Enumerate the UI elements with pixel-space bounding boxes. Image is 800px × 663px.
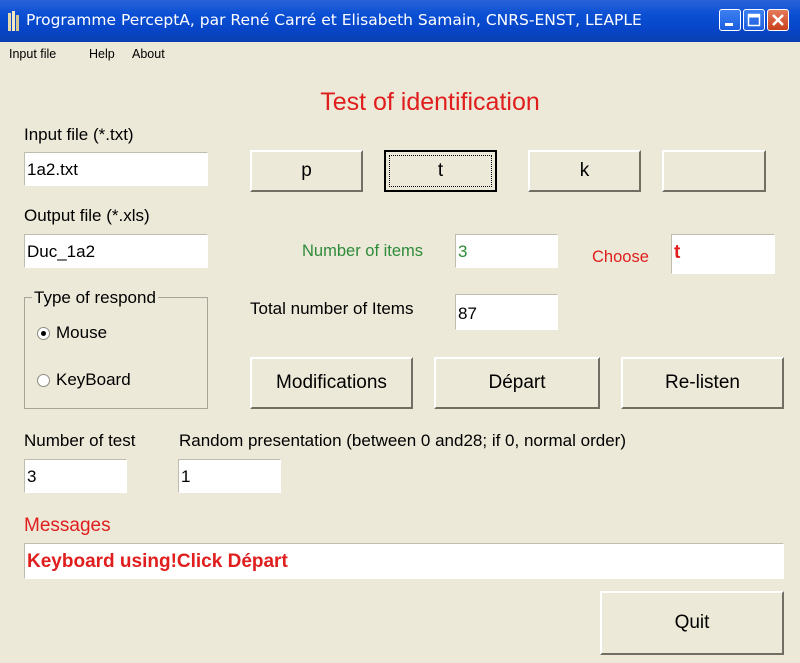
maximize-icon <box>747 13 761 27</box>
close-button[interactable] <box>767 9 789 31</box>
maximize-button[interactable] <box>743 9 765 31</box>
relisten-button[interactable]: Re-listen <box>621 357 784 409</box>
depart-button[interactable]: Départ <box>434 357 600 409</box>
main-window: Programme PerceptA, par René Carré et El… <box>0 0 800 663</box>
menu-bar: Input file Help About <box>0 42 800 66</box>
input-file-label: Input file (*.txt) <box>24 125 134 144</box>
choice-button-t[interactable]: t <box>384 150 497 192</box>
menu-help[interactable]: Help <box>89 47 115 61</box>
keyboard-radio-label[interactable]: KeyBoard <box>56 370 131 390</box>
quit-button[interactable]: Quit <box>600 591 784 655</box>
quit-button-label: Quit <box>674 612 710 633</box>
random-presentation-label: Random presentation (between 0 and28; if… <box>179 431 626 450</box>
modifications-button-label: Modifications <box>276 372 387 393</box>
choice-button-empty[interactable] <box>662 150 766 192</box>
title-bar[interactable]: Programme PerceptA, par René Carré et El… <box>0 0 800 42</box>
choose-field[interactable]: t <box>671 234 775 274</box>
messages-field[interactable]: Keyboard using!Click Départ <box>24 543 784 579</box>
relisten-button-label: Re-listen <box>665 372 740 393</box>
app-icon <box>8 11 19 31</box>
choice-button-p-label: p <box>301 160 312 181</box>
choice-button-p[interactable]: p <box>250 150 363 192</box>
output-file-label: Output file (*.xls) <box>24 206 150 225</box>
menu-about[interactable]: About <box>132 47 165 61</box>
choice-button-k[interactable]: k <box>528 150 641 192</box>
number-of-items-label: Number of items <box>302 242 424 260</box>
mouse-radio-label[interactable]: Mouse <box>56 323 107 343</box>
random-presentation-field[interactable]: 1 <box>178 459 281 493</box>
number-of-test-label: Number of test <box>24 431 136 450</box>
choose-label: Choose <box>592 248 649 266</box>
radio-selected-dot <box>41 331 46 336</box>
choice-button-k-label: k <box>579 160 590 181</box>
total-items-field[interactable]: 87 <box>455 294 558 330</box>
output-file-field[interactable]: Duc_1a2 <box>24 234 208 268</box>
focus-ring <box>389 155 492 187</box>
number-of-items-field[interactable]: 3 <box>455 234 558 268</box>
page-title: Test of identification <box>320 88 540 116</box>
messages-label: Messages <box>24 515 111 536</box>
respond-type-title: Type of respond <box>32 288 158 308</box>
total-items-label: Total number of Items <box>250 299 414 318</box>
depart-button-label: Départ <box>488 372 546 393</box>
modifications-button[interactable]: Modifications <box>250 357 413 409</box>
keyboard-radio[interactable] <box>37 374 50 387</box>
input-file-field[interactable]: 1a2.txt <box>24 152 208 186</box>
menu-input-file[interactable]: Input file <box>9 47 56 61</box>
window-title: Programme PerceptA, par René Carré et El… <box>26 11 642 29</box>
respond-type-group <box>24 297 208 409</box>
minimize-icon <box>725 23 733 26</box>
number-of-test-field[interactable]: 3 <box>24 459 127 493</box>
mouse-radio[interactable] <box>37 327 50 340</box>
minimize-button[interactable] <box>719 9 741 31</box>
close-icon <box>772 14 784 26</box>
